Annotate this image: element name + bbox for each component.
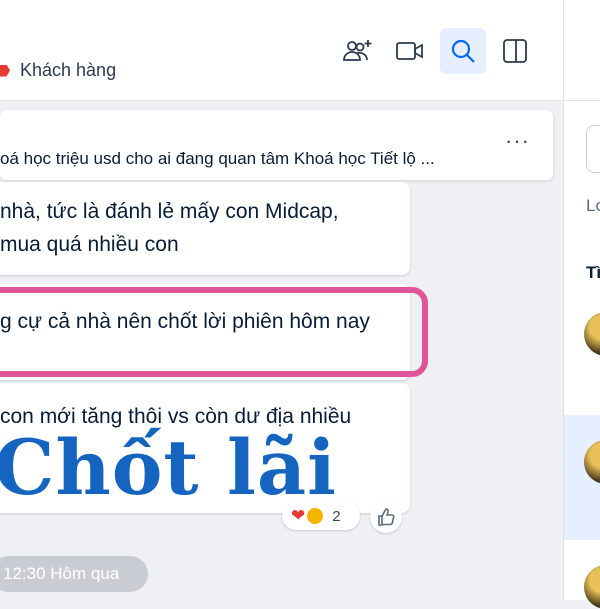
timestamp-pill: 12:30 Hôm qua — [0, 556, 148, 592]
toggle-sidebar-icon — [503, 39, 527, 63]
avatar — [584, 312, 600, 356]
conversation-info-panel: Lo Tì — [563, 0, 600, 609]
like-button[interactable] — [370, 501, 402, 533]
video-call-button[interactable] — [387, 28, 433, 74]
timestamp-text: 12:30 Hôm qua — [3, 564, 120, 583]
toggle-sidebar-button[interactable] — [492, 28, 538, 74]
panel-list-item[interactable] — [564, 290, 600, 400]
video-call-icon — [396, 42, 423, 60]
thumbs-up-icon — [378, 508, 395, 526]
pinned-message-bar[interactable] — [0, 110, 553, 180]
panel-divider — [564, 100, 600, 101]
highlight-frame — [0, 287, 428, 377]
search-button[interactable] — [440, 28, 486, 74]
message-bubble[interactable] — [0, 182, 410, 275]
reaction-count: 2 — [332, 507, 341, 525]
avatar — [584, 440, 600, 484]
more-options-button[interactable]: ··· — [505, 128, 530, 154]
panel-list-item[interactable] — [564, 545, 600, 609]
pinned-message-text: oá học triệu usd cho ai đang quan tâm Kh… — [0, 149, 435, 168]
tag-label: Khách hàng — [20, 60, 117, 80]
panel-search-input[interactable] — [586, 125, 600, 173]
laugh-emoji-icon — [307, 508, 324, 524]
message-text: nhà, tức là đánh lẻ mấy con Midcap, — [0, 200, 339, 223]
add-member-icon — [343, 40, 372, 61]
add-member-button[interactable] — [335, 28, 381, 74]
reaction-summary[interactable]: ❤ 2 — [282, 502, 360, 530]
tag-icon — [0, 64, 10, 77]
heart-icon: ❤ — [291, 506, 306, 525]
message-text: mua quá nhiều con — [0, 233, 179, 256]
tag-row[interactable]: Khách hàng — [0, 60, 116, 81]
panel-heading: Tì — [586, 263, 600, 282]
chat-header: Khách hàng — [0, 0, 563, 101]
panel-text: Lo — [586, 196, 600, 215]
search-icon — [451, 39, 475, 63]
avatar — [584, 565, 600, 609]
overlay-caption: Chốt lãi — [0, 423, 337, 512]
panel-list-item[interactable] — [564, 415, 600, 540]
